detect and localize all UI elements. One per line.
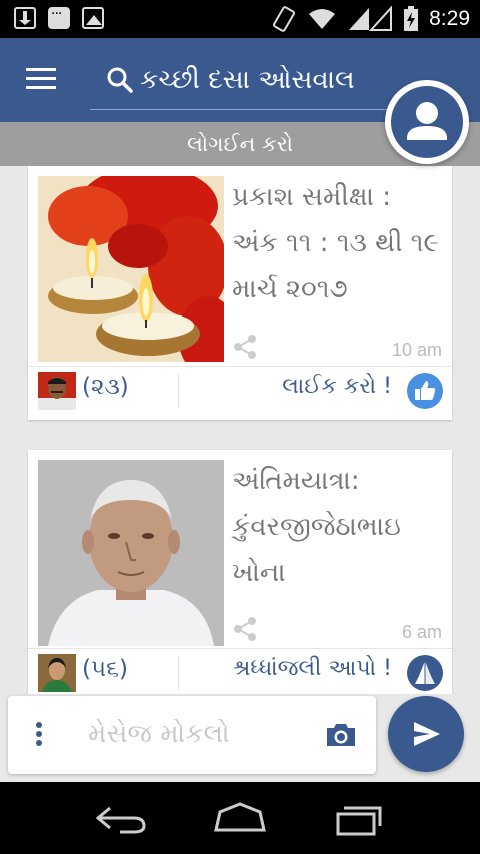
thumbs-up-icon[interactable]: [406, 372, 444, 410]
like-button[interactable]: લાઈક કરો !: [282, 374, 392, 399]
post-title[interactable]: પ્રકાશ સમીક્ષા : અંક ૧૧ : ૧૩ થી ૧૯ માર્ચ…: [232, 174, 444, 312]
message-icon: [48, 6, 70, 29]
wifi-icon: [309, 9, 336, 29]
profile-button[interactable]: [385, 80, 469, 164]
reactor-avatar[interactable]: [38, 372, 76, 410]
camera-icon[interactable]: [325, 722, 357, 748]
elderly-man-portrait: [38, 460, 224, 646]
divider: [28, 366, 452, 367]
send-icon: [414, 722, 440, 746]
praying-hands-icon[interactable]: [406, 654, 444, 692]
message-composer: [8, 696, 376, 774]
share-icon[interactable]: [232, 616, 258, 642]
image-icon: [82, 7, 104, 29]
vibrate-icon: [273, 6, 296, 32]
share-icon[interactable]: [232, 334, 258, 360]
dot: [36, 722, 42, 728]
dot: [36, 731, 42, 737]
search-input[interactable]: [140, 56, 400, 104]
search-bar: [90, 56, 415, 110]
menu-line: [26, 86, 56, 89]
post-footer: (૨૩) લાઈક કરો !: [28, 368, 452, 414]
footer-separator: [178, 374, 179, 408]
divider: [28, 648, 452, 649]
post-card[interactable]: પ્રકાશ સમીક્ષા : અંક ૧૧ : ૧૩ થી ૧૯ માર્ચ…: [28, 166, 452, 420]
woman-avatar-photo: [38, 654, 76, 692]
back-icon[interactable]: [90, 798, 150, 838]
tribute-count[interactable]: (૫૬): [82, 656, 128, 682]
post-thumbnail[interactable]: [38, 176, 224, 362]
user-icon: [391, 86, 463, 158]
menu-line: [26, 68, 56, 71]
send-button[interactable]: [388, 696, 464, 772]
recent-apps-icon[interactable]: [330, 798, 390, 838]
clock-time: 8:29: [429, 7, 470, 30]
post-time: 6 am: [401, 622, 442, 642]
like-count[interactable]: (૨૩): [82, 374, 129, 400]
tribute-button[interactable]: શ્રધ્ધાંજલી આપો !: [232, 656, 392, 681]
candles-photo: [38, 176, 224, 362]
dot: [36, 740, 42, 746]
post-thumbnail[interactable]: [38, 460, 224, 646]
footer-separator: [178, 656, 179, 690]
news-feed[interactable]: પ્રકાશ સમીક્ષા : અંક ૧૧ : ૧૩ થી ૧૯ માર્ચ…: [0, 166, 480, 694]
man-avatar-photo: [38, 372, 76, 410]
more-options-button[interactable]: [36, 722, 44, 748]
post-title[interactable]: અંતિમયાત્રા: કુંવરજીજેઠાભાઇ ખોના: [232, 458, 444, 596]
post-time: 10 am: [391, 340, 442, 360]
hamburger-menu-button[interactable]: [26, 68, 56, 92]
post-card[interactable]: અંતિમયાત્રા: કુંવરજીજેઠાભાઇ ખોના 6 am (૫…: [28, 450, 452, 694]
reactor-avatar[interactable]: [38, 654, 76, 692]
home-icon[interactable]: [210, 798, 270, 838]
signal-icon: [349, 6, 393, 31]
status-bar: 8:29: [0, 0, 480, 38]
search-icon[interactable]: [106, 66, 134, 94]
post-footer: (૫૬) શ્રધ્ધાંજલી આપો !: [28, 650, 452, 694]
system-nav-bar: [0, 782, 480, 854]
download-icon: [14, 7, 36, 29]
battery-icon: [404, 6, 419, 31]
menu-line: [26, 77, 56, 80]
message-input[interactable]: [88, 710, 308, 758]
